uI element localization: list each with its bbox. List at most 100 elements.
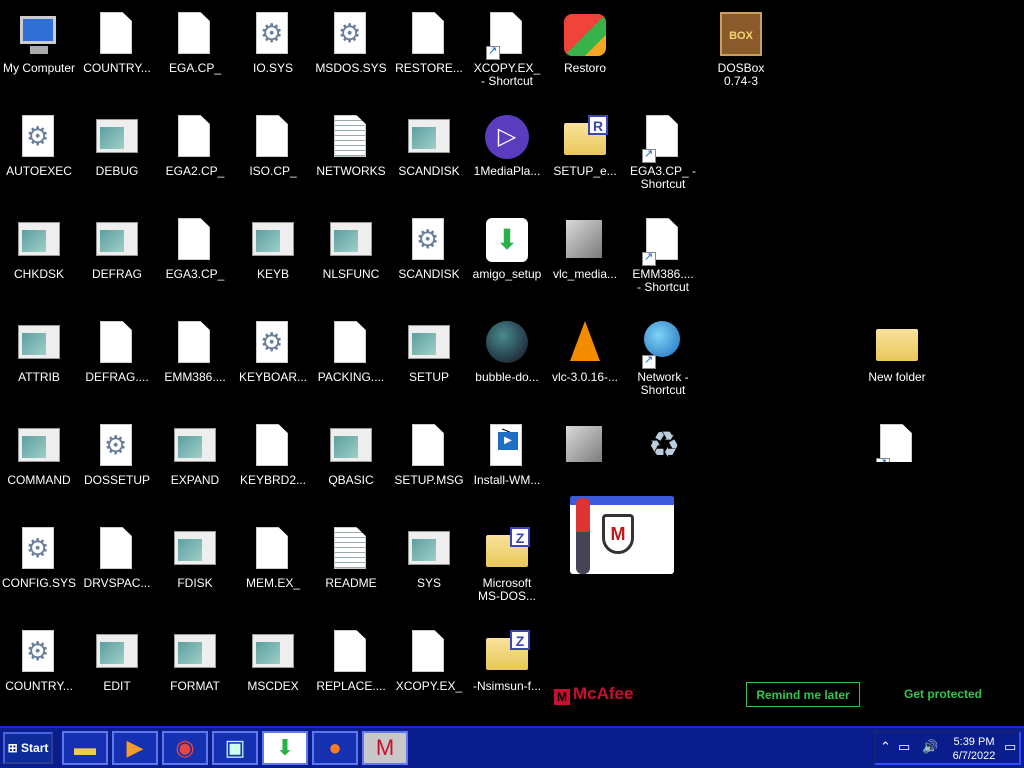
desktop-icon-dossetup[interactable]: DOSSETUP [78, 418, 156, 518]
desktop-icon-network-shortcut[interactable]: Network - Shortcut [624, 315, 702, 415]
desktop-icon-format[interactable]: FORMAT [156, 624, 234, 724]
desktop-icon-bubble[interactable]: bubble-do... [468, 315, 546, 415]
desktop-icon-keyb[interactable]: KEYB [234, 212, 312, 312]
desktop-icon-defrag-file[interactable]: DEFRAG.... [78, 315, 156, 415]
person-illustration [576, 498, 590, 574]
network-tray-icon[interactable]: ▭ [898, 739, 910, 755]
desktop-icon-config-sys[interactable]: CONFIG.SYS [0, 521, 78, 621]
desktop-icon-defrag[interactable]: DEFRAG [78, 212, 156, 312]
desktop-icon-msdos-zip[interactable]: Microsoft MS-DOS... [468, 521, 546, 621]
desktop-icon-drvspace[interactable]: DRVSPAC... [78, 521, 156, 621]
get-protected-button[interactable]: Get protected [878, 682, 1008, 707]
desktop-icon-new-folder[interactable]: New folder [858, 315, 936, 415]
desktop-icon-country[interactable]: COUNTRY... [78, 6, 156, 106]
desktop-icon-replace[interactable]: REPLACE.... [312, 624, 390, 724]
icon-label: SYS [416, 576, 441, 590]
desktop-icon-recycle-bin[interactable] [624, 418, 702, 462]
taskbar-media-player[interactable]: ▶ [112, 731, 158, 765]
desktop-icon-iso-cp[interactable]: ISO.CP_ [234, 109, 312, 209]
desktop-icon-emm386-shortcut[interactable]: EMM386.... - Shortcut [624, 212, 702, 312]
desktop-icon-setup-exe[interactable]: SETUP_e... [546, 109, 624, 209]
desktop-icon-nlsfunc[interactable]: NLSFUNC [312, 212, 390, 312]
desktop-icon-ega2-cp[interactable]: EGA2.CP_ [156, 109, 234, 209]
icon-label: My Computer [2, 61, 76, 75]
mcafee-brand-text: McAfee [573, 684, 634, 703]
desktop-icon-fdisk[interactable]: FDISK [156, 521, 234, 621]
desktop-icon-vlc-media[interactable]: vlc_media... [546, 212, 624, 312]
desktop-icon-ega3-shortcut[interactable]: EGA3.CP_ - Shortcut [624, 109, 702, 209]
icon-label: RESTORE... [395, 61, 463, 75]
desktop-icon-nsimsun-zip[interactable]: -Nsimsun-f... [468, 624, 546, 724]
icon-label: ISO.CP_ [249, 164, 297, 178]
desktop-icon-xcopy[interactable]: XCOPY.EX_ [390, 624, 468, 724]
desktop-icon-edit[interactable]: EDIT [78, 624, 156, 724]
desktop-icon-amigo-setup[interactable]: amigo_setup [468, 212, 546, 312]
desktop-icon-qbasic[interactable]: QBASIC [312, 418, 390, 518]
desktop-icon-vlc-3[interactable]: vlc-3.0.16-... [546, 315, 624, 415]
desktop-icon-keyboard[interactable]: KEYBOAR... [234, 315, 312, 415]
desktop-icon-readme[interactable]: README [312, 521, 390, 621]
desktop-icon-xcopy-shortcut[interactable]: XCOPY.EX_ - Shortcut [468, 6, 546, 106]
program-icon [16, 424, 62, 472]
desktop-icon-setup-msg[interactable]: SETUP.MSG [390, 418, 468, 518]
taskbar-firefox[interactable]: ● [312, 731, 358, 765]
desktop-icon-chkdsk[interactable]: CHKDSK [0, 212, 78, 312]
shortcut-arrow-icon [486, 44, 500, 60]
shortcut-arrow-icon [642, 353, 656, 369]
firefox-icon: ● [328, 735, 342, 760]
desktop-icon-io-sys[interactable]: IO.SYS [234, 6, 312, 106]
chrome-icon: ◉ [175, 735, 195, 760]
desktop-icon-1mediaplayer[interactable]: 1MediaPla... [468, 109, 546, 209]
blank-file-icon [94, 12, 140, 60]
taskbar-amigo[interactable]: ⬇ [262, 731, 308, 765]
desktop-icon-dosbox[interactable]: DOSBox 0.74-3 [702, 6, 780, 106]
desktop-icon-autoexec[interactable]: AUTOEXEC [0, 109, 78, 209]
desktop-icon-expand[interactable]: EXPAND [156, 418, 234, 518]
desktop-icon-install-wm[interactable]: Install-WM... [468, 418, 546, 518]
start-button[interactable]: ⊞ Start [3, 732, 53, 764]
blank-file-icon [328, 321, 374, 369]
desktop-icon-ega3-cp[interactable]: EGA3.CP_ [156, 212, 234, 312]
desktop-icon-debug[interactable]: DEBUG [78, 109, 156, 209]
taskbar-file-explorer[interactable]: ▬ [62, 731, 108, 765]
taskbar-program-window[interactable]: ▣ [212, 731, 258, 765]
desktop-icon-command[interactable]: COMMAND [0, 418, 78, 518]
gear-file-icon [16, 115, 62, 163]
icon-label: NETWORKS [316, 164, 386, 178]
desktop-icon-sys[interactable]: SYS [390, 521, 468, 621]
remind-me-later-button[interactable]: Remind me later [746, 682, 860, 707]
program-icon [172, 630, 218, 678]
blank-file-icon [94, 321, 140, 369]
icon-label: README [325, 576, 377, 590]
show-hidden-icons-chevron-icon[interactable]: ⌃ [880, 739, 891, 755]
desktop-icon-msdos-sys[interactable]: MSDOS.SYS [312, 6, 390, 106]
volume-icon[interactable]: 🔊 [922, 739, 938, 755]
icon-label: XCOPY.EX_ [395, 679, 463, 693]
desktop-icon-scandisk-2[interactable]: SCANDISK [390, 212, 468, 312]
dosbox-icon [718, 12, 764, 60]
taskbar-chrome[interactable]: ◉ [162, 731, 208, 765]
desktop-icon-emm386[interactable]: EMM386.... [156, 315, 234, 415]
taskbar-mcafee[interactable]: M [362, 731, 408, 765]
desktop-icon-networks[interactable]: NETWORKS [312, 109, 390, 209]
clock[interactable]: 5:39 PM 6/7/2022 [946, 735, 1002, 763]
program-icon [94, 115, 140, 163]
desktop-icon-restoro[interactable]: Restoro [546, 6, 624, 106]
desktop-icon-installer[interactable] [546, 418, 624, 462]
desktop-icon-file-shortcut[interactable] [858, 418, 936, 462]
desktop-icon-packing[interactable]: PACKING.... [312, 315, 390, 415]
show-desktop-icon[interactable]: ▭ [1004, 739, 1016, 755]
desktop-icon-ega-cp[interactable]: EGA.CP_ [156, 6, 234, 106]
my-computer-icon[interactable]: My Computer [0, 6, 78, 106]
desktop-icon-mem-ex[interactable]: MEM.EX_ [234, 521, 312, 621]
blank-file-icon [874, 424, 920, 462]
gear-file-icon [250, 12, 296, 60]
desktop-icon-restore[interactable]: RESTORE... [390, 6, 468, 106]
archive-icon [562, 115, 608, 163]
desktop-icon-attrib[interactable]: ATTRIB [0, 315, 78, 415]
desktop-icon-keybrd2[interactable]: KEYBRD2... [234, 418, 312, 518]
desktop-icon-country-2[interactable]: COUNTRY... [0, 624, 78, 724]
desktop-icon-setup[interactable]: SETUP [390, 315, 468, 415]
desktop-icon-mscdex[interactable]: MSCDEX [234, 624, 312, 724]
desktop-icon-scandisk[interactable]: SCANDISK [390, 109, 468, 209]
